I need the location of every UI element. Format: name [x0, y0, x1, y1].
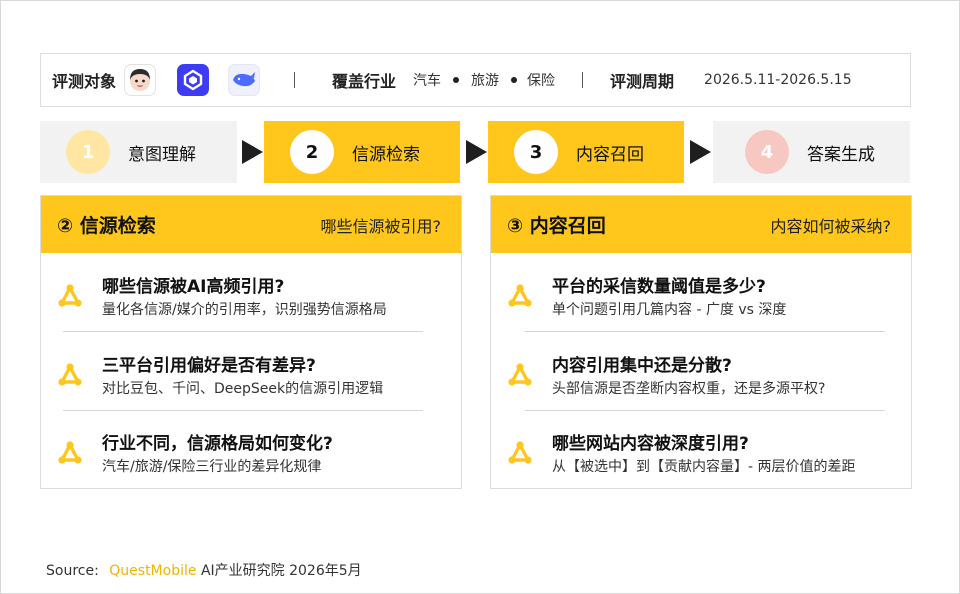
bullet-dot: [511, 77, 518, 83]
step-number: 4: [745, 130, 789, 174]
step-number: 1: [66, 130, 110, 174]
period-label: 评测周期: [610, 72, 675, 91]
item-subtitle: 单个问题引用几篇内容 - 广度 vs 深度: [552, 302, 787, 318]
triangle-network-icon: [508, 441, 532, 464]
doubao-avatar-logo: [124, 64, 157, 96]
item-subtitle: 头部信源是否垄断内容权重，还是多源平权?: [552, 381, 826, 397]
step-intent-understanding: 1 意图理解: [40, 121, 237, 183]
source-rest: AI产业研究院 2026年5月: [200, 563, 362, 579]
triangle-network-icon: [508, 363, 532, 386]
bullet-dot: [453, 77, 460, 83]
step-content-recall: 3 内容召回: [488, 121, 684, 183]
step-arrow-icon: [466, 140, 487, 164]
triangle-network-icon: [58, 441, 82, 464]
divider: [525, 410, 885, 411]
step-arrow-icon: [242, 140, 263, 164]
industry-label: 覆盖行业: [332, 72, 397, 91]
period-value: 2026.5.11-2026.5.15: [704, 72, 852, 88]
divider: [294, 72, 296, 88]
step-source-retrieval: 2 信源检索: [264, 121, 460, 183]
source-retrieval-panel: ② 信源检索 哪些信源被引用? 哪些信源被AI高频引用? 量化各信源/媒介的引用…: [40, 195, 462, 489]
deepseek-whale-logo: [228, 64, 261, 96]
item-title: 哪些信源被AI高频引用?: [102, 277, 285, 297]
divider: [63, 331, 423, 332]
step-label: 内容召回: [576, 144, 644, 165]
panel-title: ② 信源检索: [57, 215, 156, 237]
item-subtitle: 从【被选中】到【贡献内容量】- 两层价值的差距: [552, 459, 856, 475]
divider: [582, 72, 584, 88]
triangle-network-icon: [508, 284, 532, 307]
step-answer-generation: 4 答案生成: [713, 121, 910, 183]
content-recall-panel: ③ 内容召回 内容如何被采纳? 平台的采信数量阈值是多少? 单个问题引用几篇内容…: [490, 195, 912, 489]
divider: [63, 410, 423, 411]
industry-item: 汽车: [413, 73, 442, 89]
industry-item: 保险: [527, 73, 556, 89]
panel-question: 哪些信源被引用?: [320, 216, 442, 236]
item-title: 平台的采信数量阈值是多少?: [552, 277, 766, 297]
item-title: 三平台引用偏好是否有差异?: [102, 356, 316, 376]
source-brand: QuestMobile: [109, 563, 197, 579]
step-arrow-icon: [690, 140, 711, 164]
item-title: 哪些网站内容被深度引用?: [552, 434, 749, 454]
step-number: 2: [290, 130, 334, 174]
divider: [525, 331, 885, 332]
qianwen-logo: [177, 64, 210, 96]
item-title: 行业不同，信源格局如何变化?: [102, 434, 333, 454]
target-label: 评测对象: [52, 72, 117, 91]
triangle-network-icon: [58, 284, 82, 307]
item-subtitle: 对比豆包、千问、DeepSeek的信源引用逻辑: [102, 381, 384, 397]
step-label: 意图理解: [128, 144, 196, 165]
panel-header: ② 信源检索 哪些信源被引用?: [41, 196, 461, 253]
item-title: 内容引用集中还是分散?: [552, 356, 732, 376]
source-footnote: Source: QuestMobile AI产业研究院 2026年5月: [46, 560, 362, 580]
panel-title: ③ 内容召回: [507, 215, 606, 237]
step-number: 3: [514, 130, 558, 174]
industry-item: 旅游: [471, 73, 500, 89]
evaluation-info-bar: 评测对象 覆盖行业 汽车 旅游 保险 评测周期 2026.5.11-2026.5…: [40, 53, 911, 107]
step-label: 信源检索: [352, 144, 420, 165]
step-label: 答案生成: [807, 144, 875, 165]
panel-header: ③ 内容召回 内容如何被采纳?: [491, 196, 911, 253]
item-subtitle: 汽车/旅游/保险三行业的差异化规律: [102, 459, 322, 475]
triangle-network-icon: [58, 363, 82, 386]
source-prefix: Source:: [46, 563, 99, 579]
item-subtitle: 量化各信源/媒介的引用率，识别强势信源格局: [102, 302, 387, 318]
panel-question: 内容如何被采纳?: [770, 216, 892, 236]
